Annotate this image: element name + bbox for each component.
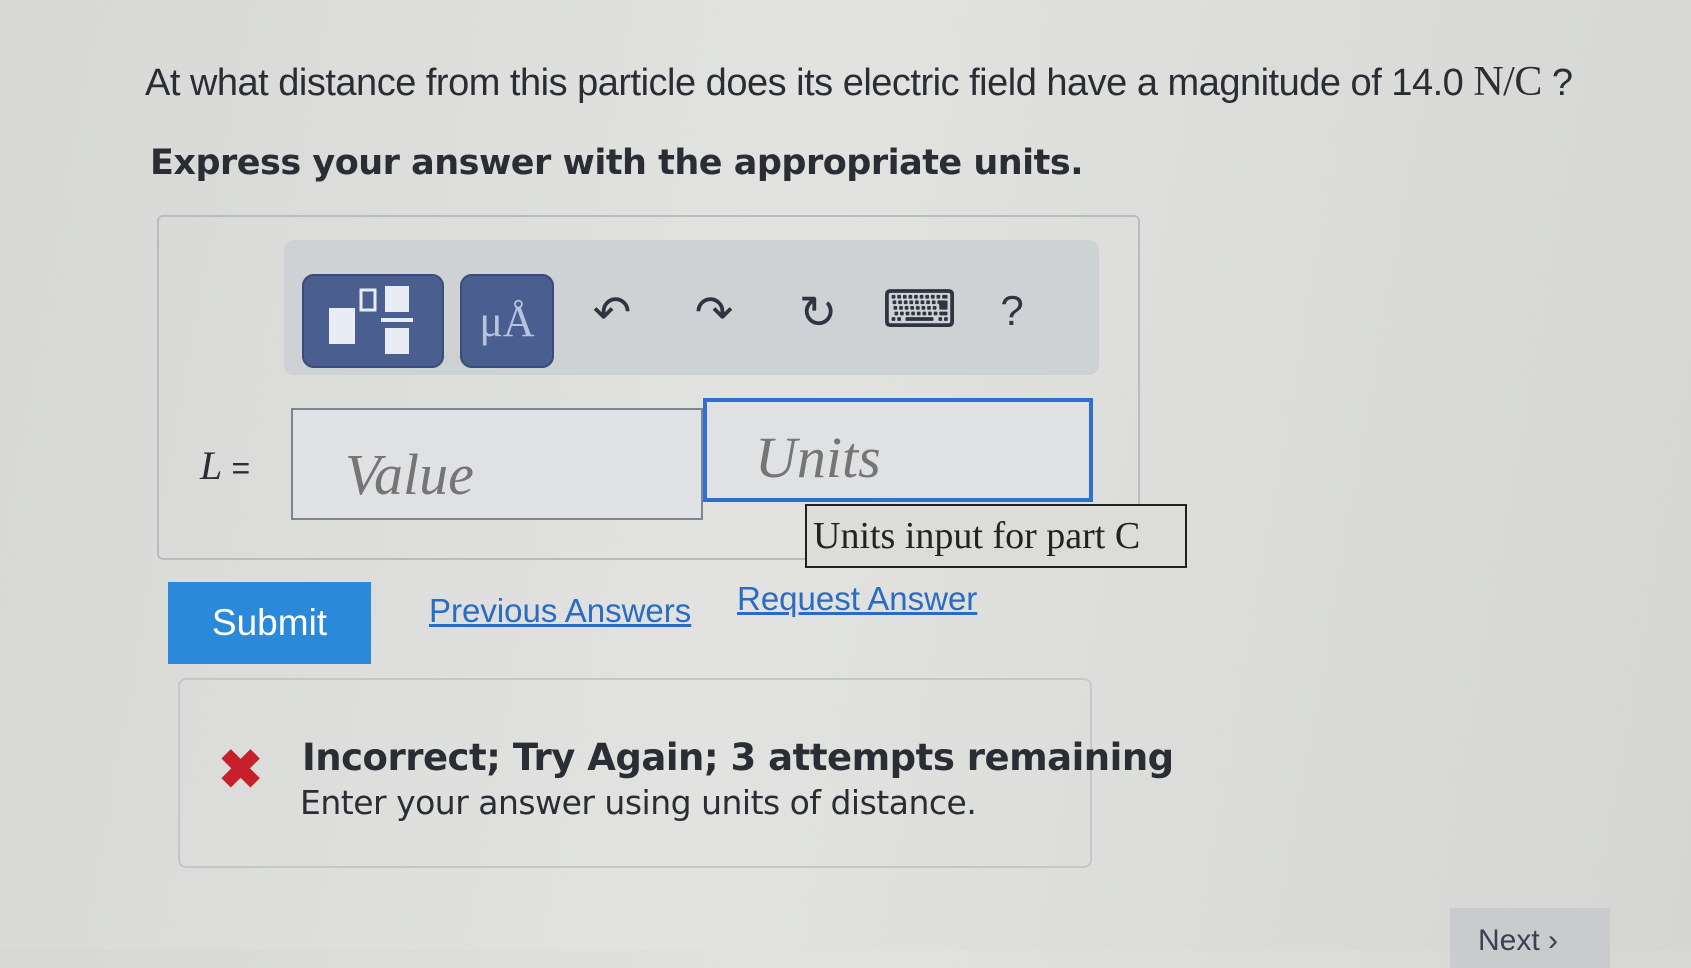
next-button[interactable]: Next › bbox=[1450, 908, 1610, 968]
units-input[interactable] bbox=[703, 398, 1093, 502]
question-text: At what distance from this particle does… bbox=[145, 58, 1573, 106]
variable-name: L bbox=[200, 443, 222, 488]
variable-label: L = bbox=[200, 442, 250, 489]
instruction-text: Express your answer with the appropriate… bbox=[150, 143, 1084, 183]
request-answer-link[interactable]: Request Answer bbox=[737, 580, 977, 618]
units-button-label: μÅ bbox=[479, 296, 535, 346]
value-input[interactable] bbox=[291, 408, 703, 520]
feedback-title: Incorrect; Try Again; 3 attempts remaini… bbox=[302, 736, 1174, 779]
submit-button[interactable]: Submit bbox=[168, 582, 371, 664]
previous-answers-link[interactable]: Previous Answers bbox=[429, 592, 691, 630]
help-icon[interactable]: ? bbox=[982, 287, 1042, 335]
equals-sign: = bbox=[231, 450, 251, 486]
templates-button[interactable] bbox=[302, 274, 444, 368]
reset-icon[interactable]: ↻ bbox=[788, 285, 848, 339]
redo-icon[interactable]: ↷ bbox=[684, 285, 744, 339]
undo-icon[interactable]: ↶ bbox=[582, 285, 642, 339]
units-button[interactable]: μÅ bbox=[460, 274, 554, 368]
units-tooltip: Units input for part C bbox=[805, 504, 1187, 568]
question-end: ? bbox=[1551, 62, 1573, 104]
question-body: At what distance from this particle does… bbox=[145, 62, 1464, 104]
keyboard-icon[interactable]: ⌨ bbox=[882, 280, 957, 340]
feedback-message: Enter your answer using units of distanc… bbox=[300, 783, 977, 822]
fraction-template-icon bbox=[329, 286, 413, 354]
question-unit: N/C bbox=[1473, 59, 1542, 105]
incorrect-x-icon: ✖ bbox=[218, 740, 264, 800]
